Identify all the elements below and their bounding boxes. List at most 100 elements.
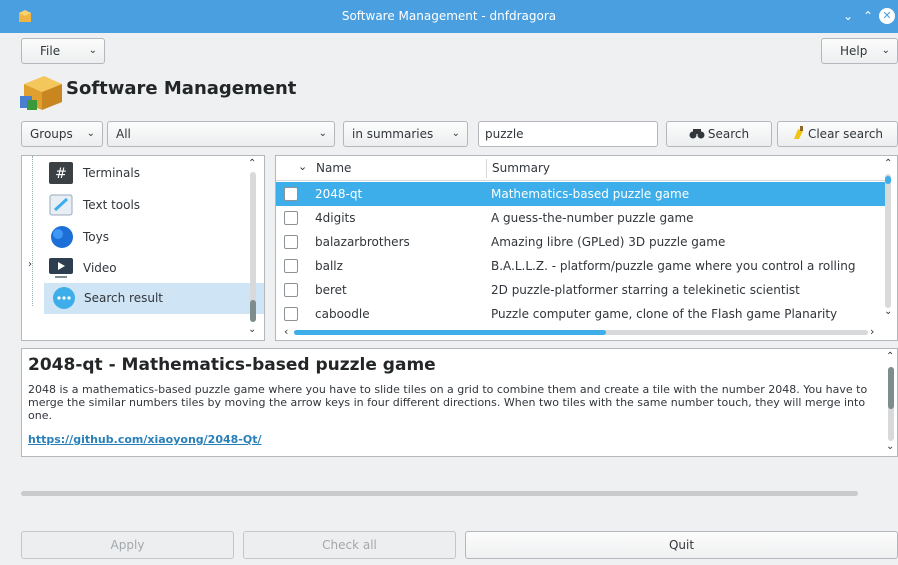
sort-chevron-icon[interactable]: ⌄ <box>298 160 307 173</box>
window-title: Software Management - dnfdragora <box>341 9 557 23</box>
search-button-label: Search <box>707 127 750 141</box>
package-name: balazarbrothers <box>315 235 410 249</box>
quit-button[interactable]: Quit <box>465 531 898 559</box>
details-scrollbar[interactable] <box>888 367 894 441</box>
search-input[interactable]: puzzle <box>478 121 658 147</box>
groups-tree[interactable]: # Terminals Text tools Toys › Video Sear… <box>21 155 265 341</box>
tree-item-search-result[interactable]: Search result <box>44 283 264 314</box>
terminal-icon: # <box>49 162 73 184</box>
package-summary: Amazing libre (GPLed) 3D puzzle game <box>491 235 726 249</box>
search-scope-dropdown[interactable]: in summaries ⌄ <box>343 121 468 147</box>
package-details-panel: 2048-qt - Mathematics-based puzzle game … <box>21 348 898 457</box>
table-row[interactable]: ballz B.A.L.L.Z. - platform/puzzle game … <box>276 254 886 278</box>
search-button[interactable]: Search <box>666 121 772 147</box>
package-name: ballz <box>315 259 343 273</box>
chevron-right-icon[interactable]: › <box>870 325 874 338</box>
column-header-name[interactable]: Name <box>316 156 351 181</box>
file-menu-button[interactable]: File ⌄ <box>21 38 105 64</box>
chevron-down-icon[interactable]: ⌄ <box>884 306 892 317</box>
row-checkbox[interactable] <box>284 235 298 249</box>
tree-item-label: Text tools <box>83 198 141 212</box>
tree-scrollbar[interactable] <box>250 172 256 322</box>
package-details-title: 2048-qt - Mathematics-based puzzle game <box>28 355 436 375</box>
table-row[interactable]: 4digits A guess-the-number puzzle game <box>276 206 886 230</box>
column-divider <box>486 159 487 178</box>
help-menu-label: Help <box>840 44 868 58</box>
package-url-link[interactable]: https://github.com/xiaoyong/2048-Qt/ <box>28 433 261 446</box>
package-name: 2048-qt <box>315 187 363 201</box>
package-summary: Mathematics-based puzzle game <box>491 187 690 201</box>
package-icon <box>20 76 62 110</box>
row-checkbox[interactable] <box>284 211 298 225</box>
tree-item-label: Search result <box>84 291 163 305</box>
title-bar: Software Management - dnfdragora ⌄ ⌃ ✕ <box>0 0 898 33</box>
package-name: beret <box>315 283 347 297</box>
row-checkbox[interactable] <box>284 283 298 297</box>
apply-button[interactable]: Apply <box>21 531 234 559</box>
tree-item-label: Terminals <box>83 166 140 180</box>
search-scope-value: in summaries <box>352 127 434 141</box>
chevron-left-icon[interactable]: ‹ <box>284 325 288 338</box>
chevron-down-icon: ⌄ <box>88 45 97 56</box>
chevron-up-icon[interactable]: ⌃ <box>886 351 894 362</box>
tree-item-label: Toys <box>83 230 109 244</box>
package-name: 4digits <box>315 211 356 225</box>
filter-dropdown[interactable]: All ⌄ <box>107 121 335 147</box>
package-summary: 2D puzzle-platformer starring a telekine… <box>491 283 800 297</box>
close-icon[interactable]: ✕ <box>879 8 895 24</box>
chevron-down-icon[interactable]: ⌄ <box>248 324 256 335</box>
help-menu-button[interactable]: Help ⌄ <box>821 38 898 64</box>
table-horizontal-scrollbar-thumb[interactable] <box>294 330 606 335</box>
tree-item-text-tools[interactable]: Text tools <box>22 190 252 221</box>
ellipsis-icon <box>53 287 75 309</box>
table-vertical-scrollbar-thumb[interactable] <box>885 176 891 184</box>
package-summary: B.A.L.L.Z. - platform/puzzle game where … <box>491 259 856 273</box>
chevron-down-icon: ⌄ <box>881 45 890 56</box>
chevron-down-icon: ⌄ <box>318 128 327 139</box>
tree-item-toys[interactable]: Toys <box>22 222 252 253</box>
groups-label: Groups <box>30 127 73 141</box>
toys-icon <box>51 226 73 248</box>
chevron-down-icon: ⌄ <box>86 128 95 139</box>
table-row[interactable]: balazarbrothers Amazing libre (GPLed) 3D… <box>276 230 886 254</box>
chevron-up-icon[interactable]: ⌃ <box>860 8 876 24</box>
package-summary: A guess-the-number puzzle game <box>491 211 694 225</box>
table-row[interactable]: beret 2D puzzle-platformer starring a te… <box>276 278 886 302</box>
chevron-up-icon[interactable]: ⌃ <box>248 158 256 169</box>
tree-item-terminals[interactable]: # Terminals <box>22 158 252 189</box>
tree-item-video[interactable]: › Video <box>22 253 252 284</box>
table-horizontal-scrollbar[interactable] <box>294 330 868 335</box>
table-row[interactable]: caboodle Puzzle computer game, clone of … <box>276 302 886 326</box>
details-scrollbar-thumb[interactable] <box>888 367 894 409</box>
row-checkbox[interactable] <box>284 307 298 321</box>
tree-scrollbar-thumb[interactable] <box>250 300 256 322</box>
table-row[interactable]: 2048-qt Mathematics-based puzzle game <box>276 182 886 206</box>
column-header-summary[interactable]: Summary <box>492 156 550 181</box>
clear-search-label: Clear search <box>807 127 884 141</box>
progress-bar <box>21 491 858 496</box>
package-table[interactable]: ⌄ Name Summary 2048-qt Mathematics-based… <box>275 155 898 341</box>
text-editor-icon <box>49 194 73 216</box>
eraser-icon <box>793 126 803 139</box>
package-description: 2048 is a mathematics-based puzzle game … <box>28 383 868 422</box>
file-menu-label: File <box>40 44 61 58</box>
page-title: Software Management <box>66 78 297 99</box>
chevron-up-icon[interactable]: ⌃ <box>884 158 892 169</box>
expand-arrow-icon[interactable]: › <box>28 259 32 270</box>
svg-text:#: # <box>55 166 67 182</box>
row-checkbox[interactable] <box>284 259 298 273</box>
chevron-down-icon[interactable]: ⌄ <box>840 8 856 24</box>
video-icon <box>49 258 73 278</box>
filter-value: All <box>116 127 131 141</box>
table-header <box>276 156 886 181</box>
groups-dropdown[interactable]: Groups ⌄ <box>21 121 103 147</box>
tree-item-label: Video <box>83 261 117 275</box>
chevron-down-icon[interactable]: ⌄ <box>886 441 894 452</box>
check-all-button[interactable]: Check all <box>243 531 456 559</box>
row-checkbox[interactable] <box>284 187 298 201</box>
package-name: caboodle <box>315 307 370 321</box>
binoculars-icon <box>689 129 705 139</box>
clear-search-button[interactable]: Clear search <box>777 121 898 147</box>
table-vertical-scrollbar[interactable] <box>885 174 891 308</box>
package-summary: Puzzle computer game, clone of the Flash… <box>491 307 838 321</box>
